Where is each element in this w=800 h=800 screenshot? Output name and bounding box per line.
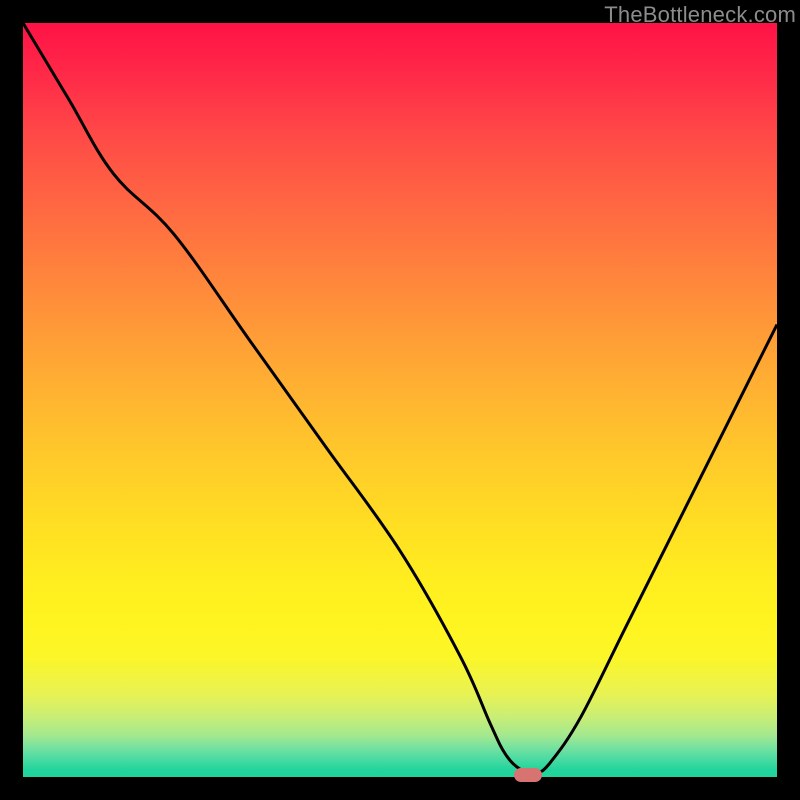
watermark-text: TheBottleneck.com xyxy=(604,2,796,28)
optimal-marker xyxy=(514,768,542,782)
bottleneck-curve xyxy=(23,23,777,777)
chart-container: TheBottleneck.com xyxy=(0,0,800,800)
plot-area xyxy=(23,23,777,777)
